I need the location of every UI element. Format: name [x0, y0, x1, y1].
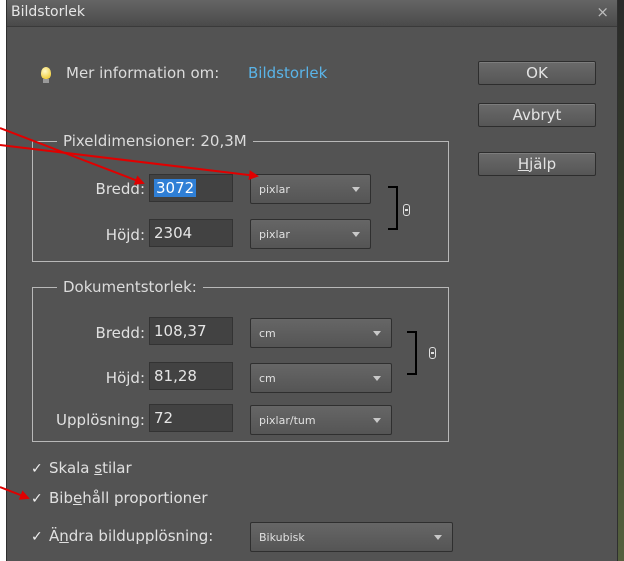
chevron-down-icon: [373, 376, 381, 381]
resolution-label: Upplösning:: [56, 411, 145, 429]
pixel-height-input[interactable]: 2304: [149, 219, 233, 247]
pixel-height-unit: pixlar: [259, 228, 290, 241]
doc-height-value: 81,28: [154, 367, 197, 385]
doc-width-input[interactable]: 108,37: [149, 317, 233, 345]
more-info-label: Mer information om:: [66, 64, 220, 82]
chain-link-icon: [403, 204, 410, 216]
chevron-down-icon: [434, 535, 442, 540]
resample-label: Ändra bildupplösning:: [49, 527, 213, 545]
resolution-unit-select[interactable]: pixlar/tum: [250, 405, 392, 435]
resolution-input[interactable]: 72: [149, 404, 233, 432]
scale-styles-label: Skala stilar: [49, 459, 132, 477]
pixel-width-label: Bredd:: [95, 180, 145, 198]
resample-checkbox[interactable]: ✓: [31, 530, 45, 544]
label-part: tilar: [102, 459, 132, 477]
chain-link-icon: [429, 347, 436, 359]
label-part: Ä: [49, 527, 60, 545]
cancel-button[interactable]: Avbryt: [478, 103, 596, 127]
pixel-height-value: 2304: [154, 224, 193, 242]
constrain-proportions-checkbox[interactable]: ✓: [31, 492, 45, 506]
label-part: dra bildupplösning:: [68, 527, 214, 545]
resample-method: Bikubisk: [259, 531, 305, 544]
pixel-width-input[interactable]: 3072: [149, 174, 233, 202]
constrain-proportions-label: Bibehåll proportioner: [49, 489, 208, 507]
pixel-height-label: Höjd:: [105, 226, 145, 244]
label-mnemonic: s: [94, 459, 103, 477]
resolution-value: 72: [154, 409, 174, 427]
pixel-link-bracket: [388, 186, 398, 230]
label-part: Skala: [49, 459, 95, 477]
help-button[interactable]: Hjälp: [478, 152, 596, 176]
doc-width-unit: cm: [259, 327, 276, 340]
document-size-title: Dokumentstorlek:: [57, 278, 203, 296]
ok-button[interactable]: OK: [478, 61, 596, 85]
doc-height-input[interactable]: 81,28: [149, 362, 233, 390]
label-part: håll proportioner: [82, 489, 208, 507]
document-link-bracket: [407, 331, 417, 375]
doc-height-label: Höjd:: [105, 369, 145, 387]
pixel-height-unit-select[interactable]: pixlar: [250, 219, 371, 249]
image-size-dialog: Bildstorlek × Mer information om: Bildst…: [6, 0, 618, 561]
resample-method-select[interactable]: Bikubisk: [250, 522, 453, 552]
title-bar: Bildstorlek ×: [7, 0, 617, 27]
label-mnemonic: e: [72, 489, 83, 507]
chevron-down-icon: [352, 232, 360, 237]
window-title: Bildstorlek: [11, 4, 85, 20]
chevron-down-icon: [373, 418, 381, 423]
pixel-width-unit: pixlar: [259, 183, 290, 196]
chevron-down-icon: [352, 187, 360, 192]
pixel-width-unit-select[interactable]: pixlar: [250, 174, 371, 204]
pixel-dimensions-title: Pixeldimensioner: 20,3M: [57, 132, 253, 150]
doc-width-value: 108,37: [154, 322, 207, 340]
label-mnemonic: n: [59, 527, 69, 545]
lightbulb-icon: [41, 67, 51, 83]
chevron-down-icon: [373, 331, 381, 336]
help-mnemonic: H: [517, 155, 530, 173]
scale-styles-checkbox[interactable]: ✓: [31, 462, 45, 476]
pixel-width-value: 3072: [154, 179, 197, 197]
close-icon[interactable]: ×: [596, 3, 609, 21]
doc-width-label: Bredd:: [95, 324, 145, 342]
resolution-unit: pixlar/tum: [259, 414, 316, 427]
label-part: Bib: [49, 489, 73, 507]
more-info-link[interactable]: Bildstorlek: [248, 64, 327, 82]
doc-width-unit-select[interactable]: cm: [250, 318, 392, 348]
doc-height-unit: cm: [259, 372, 276, 385]
help-label-rest: jälp: [529, 155, 557, 173]
doc-height-unit-select[interactable]: cm: [250, 363, 392, 393]
